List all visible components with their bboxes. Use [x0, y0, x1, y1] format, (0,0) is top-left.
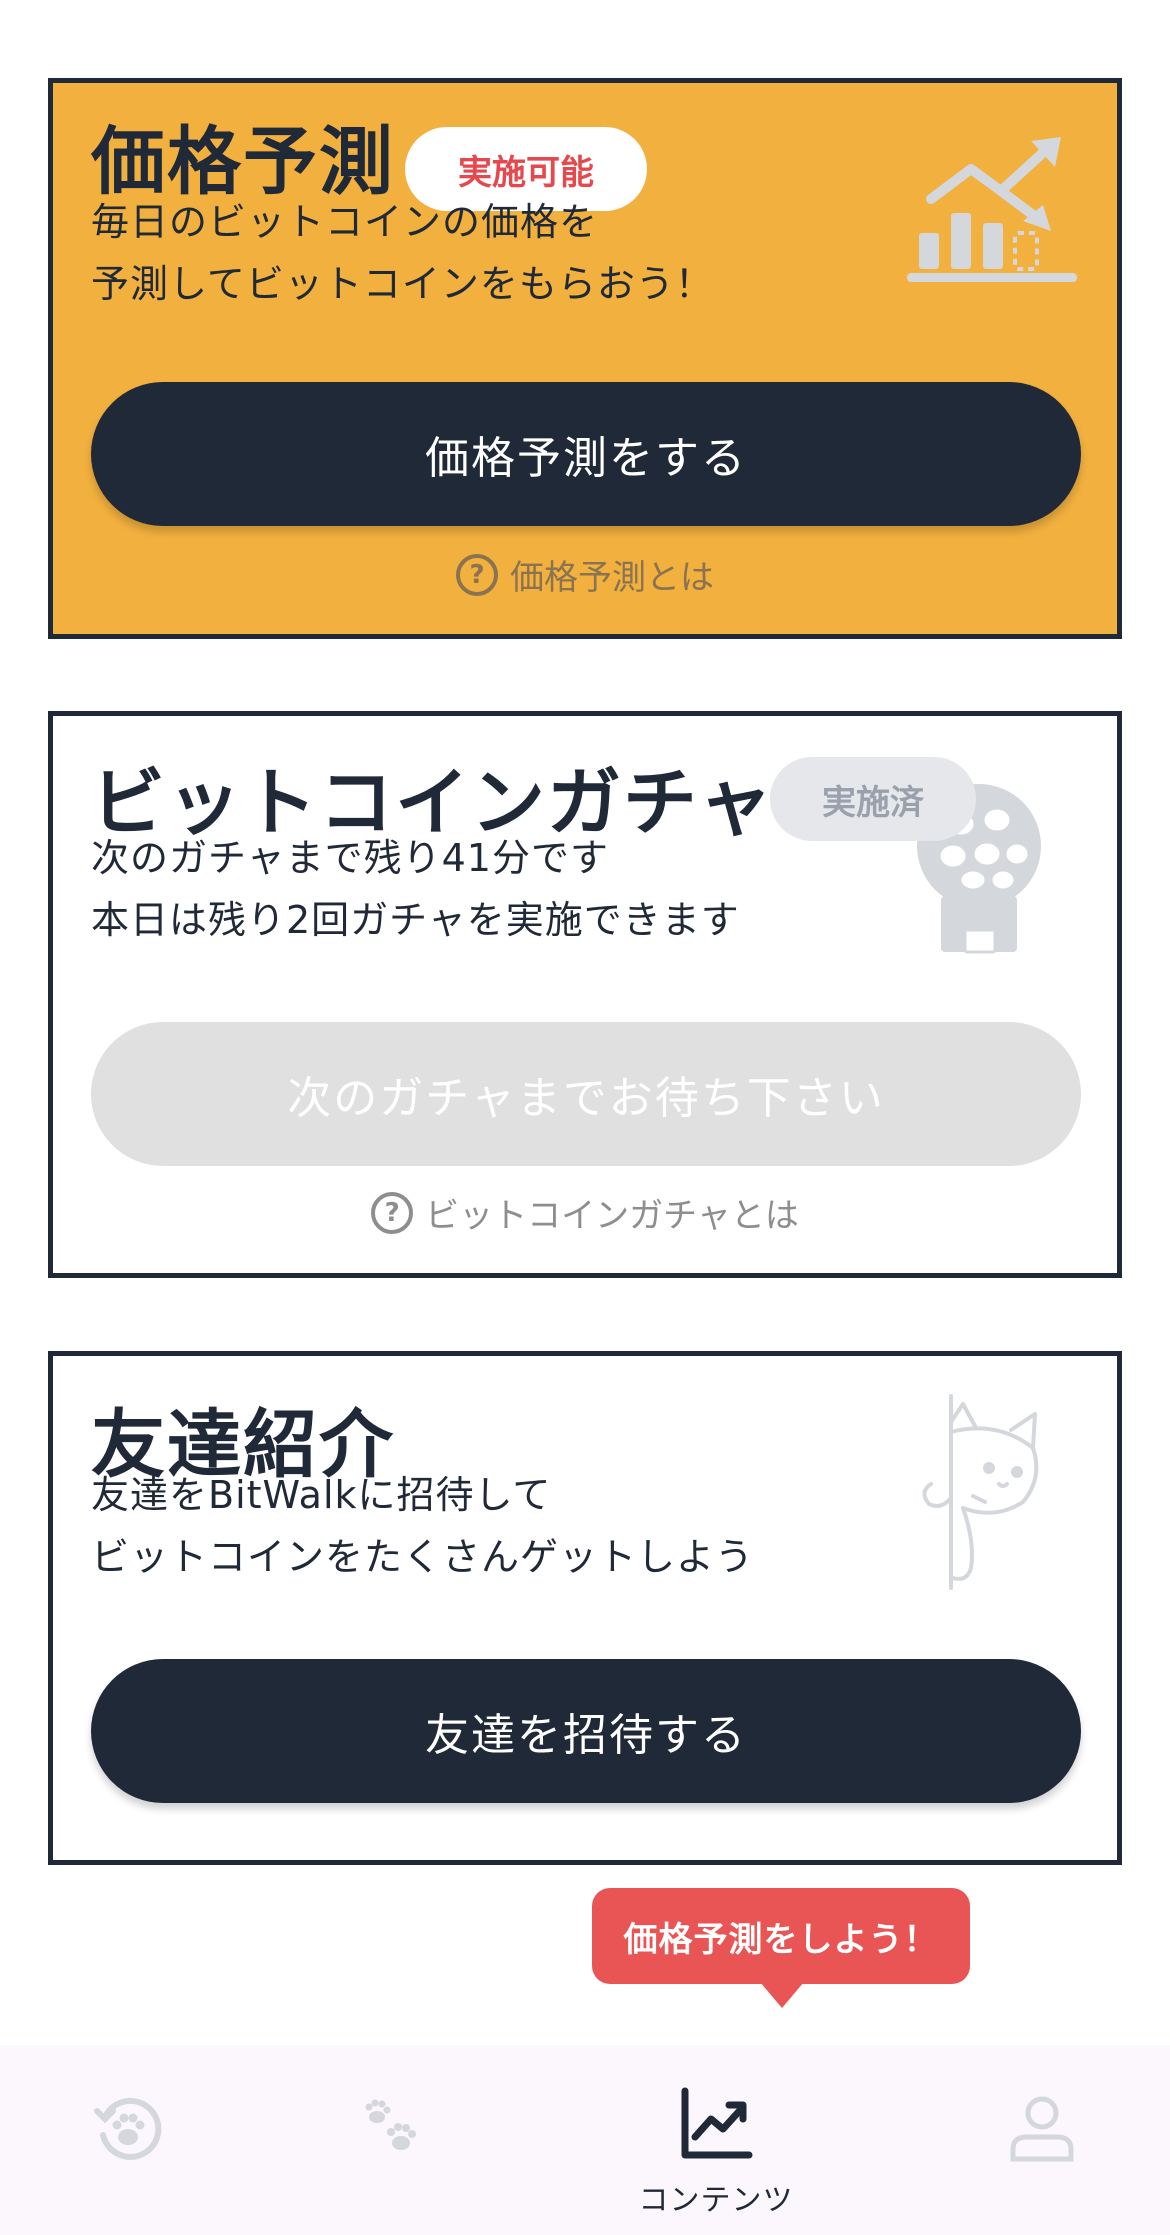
- nav-item-contents[interactable]: コンテンツ: [616, 2045, 816, 2235]
- description-line: 次のガチャまで残り41分です: [91, 836, 609, 880]
- person-icon: [1007, 2093, 1077, 2167]
- question-icon: ?: [456, 553, 498, 596]
- help-label: 価格予測とは: [510, 558, 714, 598]
- price-prediction-card: 価格予測 実施可能 毎日のビットコインの価格を 予測してビットコインをもらおう！…: [48, 78, 1122, 639]
- invite-friend-button[interactable]: 友達を招待する: [91, 1659, 1081, 1803]
- description-line: 本日は残り2回ガチャを実施できます: [91, 898, 740, 942]
- bottom-navigation: コンテンツ: [0, 2045, 1170, 2235]
- nav-item-profile[interactable]: [942, 2045, 1142, 2235]
- nav-label-contents: コンテンツ: [638, 2183, 794, 2218]
- bitcoin-gacha-card: ビットコインガチャ 実施済 次のガチャまで残り41分です 本日は残り2回ガチャを…: [48, 711, 1122, 1278]
- tooltip-arrow: [760, 1982, 804, 2008]
- help-label: ビットコインガチャとは: [425, 1196, 799, 1236]
- friend-referral-description: 友達をBitWalkに招待して ビットコインをたくさんゲットしよう: [91, 1464, 754, 1588]
- chart-up-icon: [679, 2087, 753, 2165]
- completed-badge: 実施済: [770, 757, 976, 841]
- price-prediction-tooltip: 価格予測をしよう！: [592, 1888, 970, 1984]
- description-line: 友達をBitWalkに招待して: [91, 1473, 552, 1517]
- nav-item-history[interactable]: [28, 2045, 228, 2235]
- gacha-wait-button[interactable]: 次のガチャまでお待ち下さい: [91, 1022, 1081, 1166]
- price-prediction-help-link[interactable]: ? 価格予測とは: [53, 550, 1117, 599]
- nav-item-walk[interactable]: [290, 2045, 490, 2235]
- price-prediction-button[interactable]: 価格予測をする: [91, 382, 1081, 526]
- price-prediction-description: 毎日のビットコインの価格を 予測してビットコインをもらおう！: [91, 191, 714, 315]
- bitcoin-gacha-help-link[interactable]: ? ビットコインガチャとは: [53, 1188, 1117, 1237]
- price-prediction-title: 価格予測: [91, 119, 395, 205]
- peeking-cat-icon: [911, 1392, 1061, 1596]
- chart-growth-icon: [901, 135, 1081, 299]
- paw-history-icon: [93, 2093, 163, 2167]
- bitcoin-gacha-description: 次のガチャまで残り41分です 本日は残り2回ガチャを実施できます: [91, 827, 740, 951]
- description-line: 毎日のビットコインの価格を: [91, 200, 599, 244]
- friend-referral-card: 友達紹介 友達をBitWalkに招待して ビットコインをたくさんゲットしよう 友…: [48, 1351, 1122, 1865]
- paw-icon: [355, 2093, 425, 2167]
- description-line: ビットコインをたくさんゲットしよう: [91, 1535, 755, 1579]
- question-icon: ?: [371, 1191, 414, 1234]
- description-line: 予測してビットコインをもらおう！: [91, 262, 714, 306]
